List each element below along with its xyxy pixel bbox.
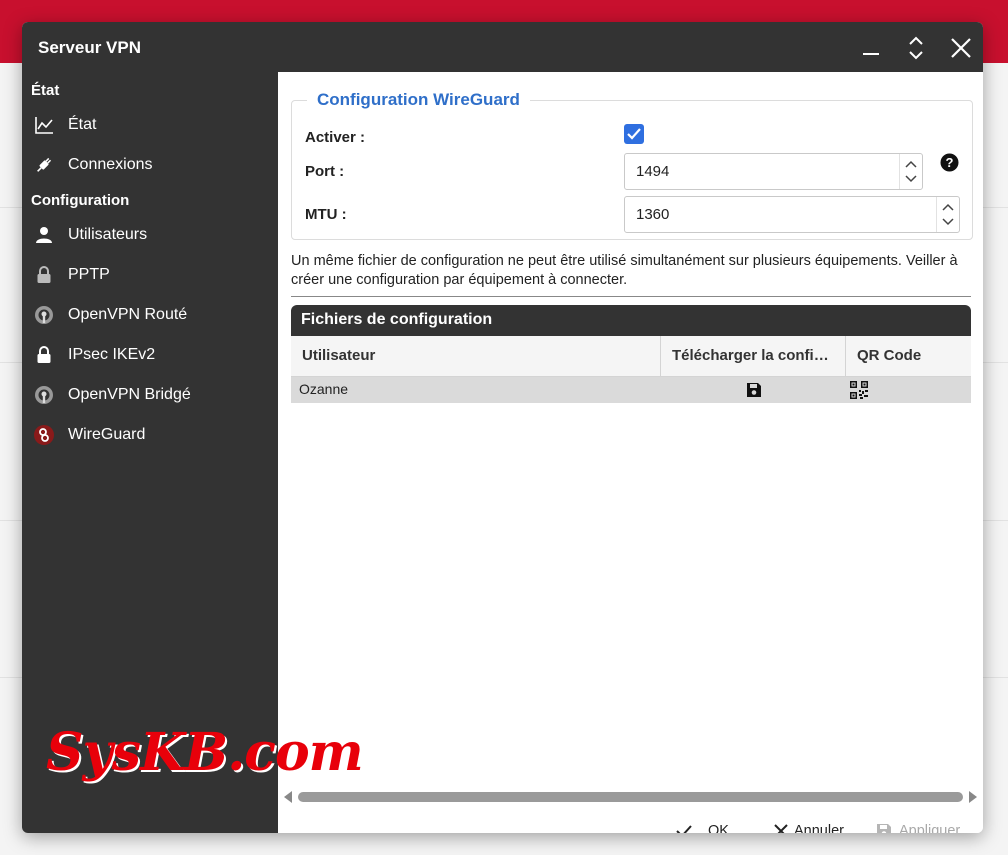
config-files-grid: Fichiers de configuration Utilisateur Té…	[291, 305, 971, 765]
wireguard-config-fieldset: Configuration WireGuard Activer : Port :…	[291, 90, 973, 240]
plug-icon	[33, 154, 55, 176]
wireguard-icon	[33, 424, 55, 446]
qr-code-icon[interactable]	[849, 380, 869, 400]
check-icon	[676, 825, 692, 833]
main-content: Configuration WireGuard Activer : Port :…	[278, 72, 983, 833]
minimize-button[interactable]	[857, 34, 885, 62]
sidebar-item-wireguard[interactable]: WireGuard	[22, 417, 278, 453]
stepper-arrows-icon[interactable]	[936, 197, 959, 232]
sidebar-item-label: OpenVPN Bridgé	[68, 386, 191, 403]
checkmark-icon	[627, 128, 641, 140]
sidebar-item-label: OpenVPN Routé	[68, 306, 188, 323]
user-cell: Ozanne	[299, 381, 349, 397]
sidebar-item-ipsec-ikev2[interactable]: IPsec IKEv2	[22, 337, 278, 373]
grid-title: Fichiers de configuration	[301, 311, 493, 328]
save-icon	[877, 824, 891, 833]
table-row[interactable]: Ozanne	[291, 377, 971, 403]
vpn-server-dialog: Serveur VPN État État Connexions Configu…	[22, 22, 983, 833]
sidebar-item-label: PPTP	[68, 266, 110, 283]
sidebar-item-etat[interactable]: État	[22, 107, 278, 143]
mtu-value: 1360	[636, 206, 670, 223]
fieldset-legend: Configuration WireGuard	[307, 90, 530, 110]
sidebar-item-label: Utilisateurs	[68, 226, 148, 243]
user-icon	[33, 224, 55, 246]
divider	[291, 296, 971, 297]
enable-checkbox[interactable]	[624, 124, 644, 144]
sidebar-item-label: Connexions	[68, 156, 153, 173]
horizontal-scrollbar[interactable]	[284, 789, 978, 803]
lock-icon	[33, 264, 55, 286]
port-value: 1494	[636, 163, 670, 180]
stepper-arrows-icon[interactable]	[899, 154, 922, 189]
sidebar-item-label: WireGuard	[68, 426, 146, 443]
mtu-label: MTU :	[305, 206, 347, 223]
ok-button[interactable]: OK	[675, 820, 735, 833]
sidebar-item-utilisateurs[interactable]: Utilisateurs	[22, 217, 278, 253]
expand-icon	[909, 36, 923, 60]
column-header-qr[interactable]: QR Code	[846, 336, 971, 377]
cancel-button[interactable]: Annuler	[772, 820, 862, 833]
column-header-download[interactable]: Télécharger la confi…	[661, 336, 846, 377]
scroll-right-icon[interactable]	[969, 791, 977, 803]
mtu-stepper[interactable]: 1360	[624, 196, 960, 233]
watermark-logo: SysKB.com	[46, 722, 364, 783]
sidebar-item-openvpn-bridge[interactable]: OpenVPN Bridgé	[22, 377, 278, 413]
help-icon[interactable]: ?	[940, 153, 959, 172]
sidebar-section-etat: État	[31, 82, 60, 99]
dialog-titlebar: Serveur VPN	[22, 22, 983, 72]
sidebar-item-pptp[interactable]: PPTP	[22, 257, 278, 293]
close-button[interactable]	[947, 34, 975, 62]
lock-icon	[33, 344, 55, 366]
column-header-user[interactable]: Utilisateur	[291, 336, 661, 377]
sidebar: État État Connexions Configuration Utili…	[22, 72, 278, 833]
openvpn-icon	[33, 304, 55, 326]
sidebar-item-connexions[interactable]: Connexions	[22, 147, 278, 183]
close-icon	[951, 38, 971, 58]
config-note: Un même fichier de configuration ne peut…	[291, 253, 958, 288]
scroll-left-icon[interactable]	[284, 791, 292, 803]
svg-text:?: ?	[946, 155, 954, 170]
sidebar-item-openvpn-route[interactable]: OpenVPN Routé	[22, 297, 278, 333]
minimize-icon	[863, 53, 879, 55]
sidebar-item-label: IPsec IKEv2	[68, 346, 156, 363]
openvpn-icon	[33, 384, 55, 406]
sidebar-item-label: État	[68, 116, 97, 133]
apply-button[interactable]: Appliquer	[875, 820, 975, 833]
grid-header: Fichiers de configuration	[291, 305, 971, 336]
close-icon	[774, 824, 788, 833]
port-label: Port :	[305, 163, 345, 180]
maximize-button[interactable]	[902, 34, 930, 62]
scrollbar-thumb[interactable]	[298, 792, 963, 802]
sidebar-section-configuration: Configuration	[31, 192, 130, 209]
enable-label: Activer :	[305, 129, 366, 146]
port-stepper[interactable]: 1494	[624, 153, 923, 190]
dialog-title: Serveur VPN	[38, 38, 141, 57]
save-icon[interactable]	[746, 382, 762, 398]
chart-line-icon	[33, 114, 55, 136]
